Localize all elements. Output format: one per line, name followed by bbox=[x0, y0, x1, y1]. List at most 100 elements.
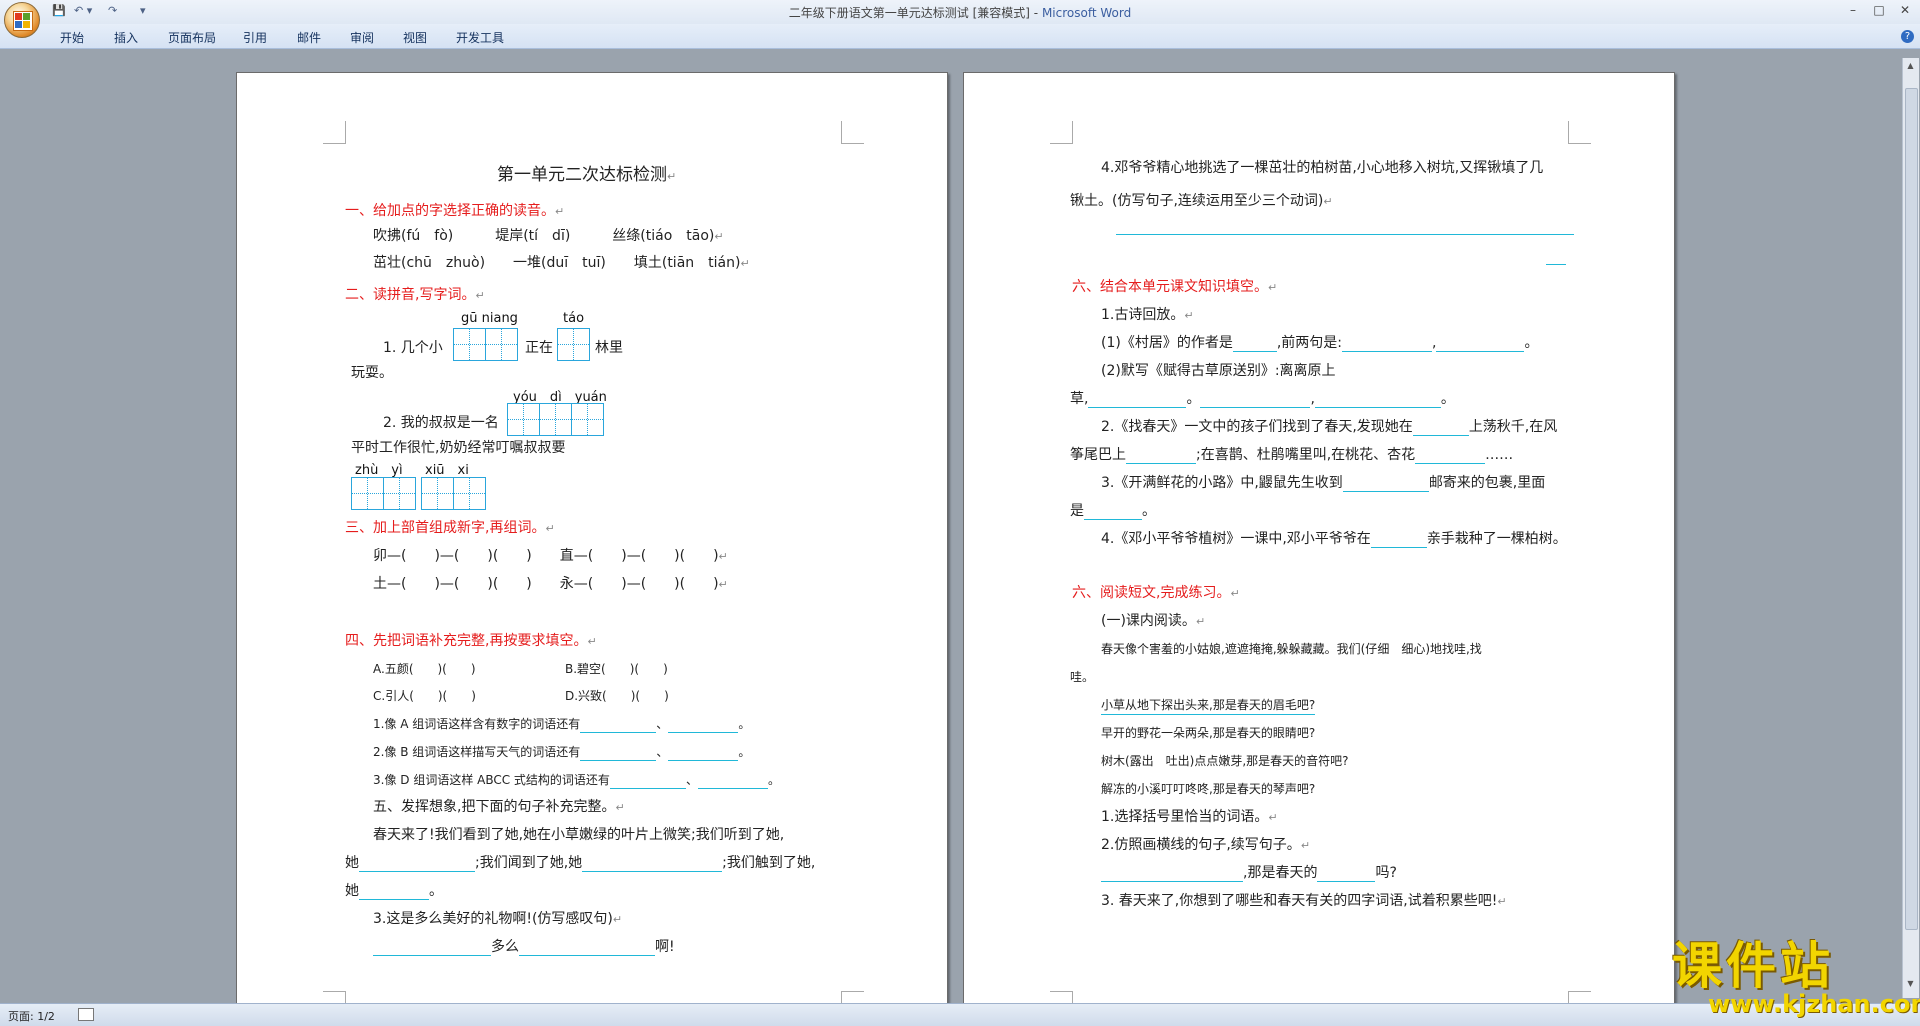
text-line: 林里 bbox=[595, 340, 623, 356]
text-line: 4.《邓小平爷爷植树》一课中,邓小平爷爷在 亲手栽种了一棵柏树。 bbox=[1101, 531, 1567, 548]
tab-insert[interactable]: 插入 bbox=[114, 29, 138, 46]
text-line: ,那是春天的 吗? bbox=[1101, 864, 1397, 882]
text-line: 五、发挥想象,把下面的句子补充完整。↵ bbox=[373, 799, 625, 815]
document-page-2[interactable]: 4.邓爷爷精心地挑选了一棵茁壮的柏树苗,小心地移入树坑,又挥锹填了几 锹土。(仿… bbox=[963, 72, 1675, 1014]
tab-review[interactable]: 审阅 bbox=[350, 29, 374, 46]
maximize-button[interactable]: □ bbox=[1866, 2, 1892, 18]
text-line: 是。 bbox=[1070, 503, 1156, 520]
document-page-1[interactable]: 第一单元二次达标检测↵ 一、给加点的字选择正确的读音。↵ 吹拂(fú fò) 堤… bbox=[236, 72, 948, 1014]
text-line: 玩耍。 bbox=[351, 365, 393, 381]
watermark-logo: 课件站 www.kjzhan.com bbox=[1672, 936, 1920, 1018]
text-line: 春天来了!我们看到了她,她在小草嫩绿的叶片上微笑;我们听到了她, bbox=[373, 827, 785, 843]
text-line: (一)课内阅读。↵ bbox=[1101, 613, 1206, 629]
text-line: 解冻的小溪叮叮咚咚,那是春天的琴声吧? bbox=[1101, 782, 1316, 796]
proofing-icon[interactable] bbox=[78, 1008, 94, 1021]
text-line: 哇。 bbox=[1070, 670, 1095, 684]
writing-box[interactable] bbox=[507, 403, 540, 436]
text-line: 正在 bbox=[525, 340, 553, 356]
undo-icon[interactable]: ↶ ▾ bbox=[74, 4, 92, 19]
writing-box[interactable] bbox=[557, 328, 590, 361]
pinyin-label: zhù yì bbox=[355, 463, 403, 478]
text-line: 1.选择括号里恰当的词语。↵ bbox=[1101, 809, 1278, 825]
text-line: D.兴致( )( ) bbox=[565, 689, 669, 703]
customize-qat-icon[interactable]: ▾ bbox=[140, 4, 146, 19]
text-line: A.五颜( )( ) bbox=[373, 662, 476, 676]
text-line: 平时工作很忙,奶奶经常叮嘱叔叔要 bbox=[351, 440, 566, 456]
text-line: 茁壮(chū zhuò) 一堆(duī tuī) 填土(tiān tián)↵ bbox=[373, 255, 750, 271]
writing-box[interactable] bbox=[485, 328, 518, 361]
text-line: 2.仿照画横线的句子,续写句子。↵ bbox=[1101, 837, 1311, 853]
tab-home[interactable]: 开始 bbox=[60, 29, 84, 46]
text-line: 4.邓爷爷精心地挑选了一棵茁壮的柏树苗,小心地移入树坑,又挥锹填了几 bbox=[1101, 160, 1544, 176]
writing-box[interactable] bbox=[453, 328, 486, 361]
text-line: 1. 几个小 bbox=[383, 340, 443, 356]
text-line: 3.《开满鲜花的小路》中,鼹鼠先生收到 邮寄来的包裹,里面 bbox=[1101, 475, 1546, 492]
office-button[interactable] bbox=[4, 2, 40, 38]
section-heading: 六、结合本单元课文知识填空。↵ bbox=[1072, 279, 1278, 295]
text-line: 1.古诗回放。↵ bbox=[1101, 307, 1194, 323]
answer-line[interactable] bbox=[1116, 234, 1574, 235]
save-icon[interactable]: 💾 bbox=[52, 4, 66, 19]
text-line: 吹拂(fú fò) 堤岸(tí dī) 丝绦(tiáo tāo)↵ bbox=[373, 228, 724, 244]
ribbon-tabs: 开始 插入 页面布局 引用 邮件 审阅 视图 开发工具 bbox=[0, 24, 1920, 49]
pinyin-label: gū niang bbox=[461, 311, 518, 326]
help-icon[interactable]: ? bbox=[1901, 30, 1914, 43]
section-heading: 二、读拼音,写字词。↵ bbox=[345, 287, 485, 303]
status-bar: 页面: 1/2 bbox=[0, 1003, 1920, 1026]
text-line: 草,。,。 bbox=[1070, 391, 1455, 408]
tab-references[interactable]: 引用 bbox=[243, 29, 267, 46]
text-line: 树木(露出 吐出)点点嫩芽,那是春天的音符吧? bbox=[1101, 754, 1349, 768]
text-line: 2.像 B 组词语这样描写天气的词语还有、。 bbox=[373, 745, 751, 761]
section-heading: 一、给加点的字选择正确的读音。↵ bbox=[345, 203, 565, 219]
text-line: 土—( )—( )( ) 永—( )—( )( )↵ bbox=[373, 576, 728, 592]
text-line: 早开的野花一朵两朵,那是春天的眼睛吧? bbox=[1101, 726, 1316, 740]
writing-box[interactable] bbox=[383, 477, 416, 510]
writing-box[interactable] bbox=[571, 403, 604, 436]
redo-icon[interactable]: ↷ bbox=[108, 4, 117, 19]
text-line: 她 ;我们闻到了她,她 ;我们触到了她, bbox=[345, 855, 816, 872]
text-line: B.碧空( )( ) bbox=[565, 662, 668, 676]
crop-mark bbox=[841, 121, 864, 144]
tab-view[interactable]: 视图 bbox=[403, 29, 427, 46]
underlined-sentence: 小草从地下探出头来,那是春天的眉毛吧? bbox=[1101, 696, 1316, 715]
close-button[interactable]: ✕ bbox=[1892, 2, 1918, 18]
vertical-scrollbar[interactable]: ▲ ▼ bbox=[1902, 58, 1919, 998]
pinyin-label: xiū xi bbox=[425, 463, 469, 478]
window-title: 二年级下册语文第一单元达标测试 [兼容模式] - Microsoft Word bbox=[788, 6, 1132, 20]
section-heading: 三、加上部首组成新字,再组词。↵ bbox=[345, 520, 555, 536]
text-line: 3. 春天来了,你想到了哪些和春天有关的四字词语,试着积累些吧!↵ bbox=[1101, 893, 1507, 909]
title-bar: 二年级下册语文第一单元达标测试 [兼容模式] - Microsoft Word … bbox=[0, 0, 1920, 24]
text-line: 多么 啊! bbox=[373, 938, 675, 956]
tab-page-layout[interactable]: 页面布局 bbox=[168, 29, 216, 46]
text-line: (2)默写《赋得古草原送别》:离离原上 bbox=[1101, 363, 1336, 379]
text-line: 卯—( )—( )( ) 直—( )—( )( )↵ bbox=[373, 548, 728, 564]
section-heading: 四、先把词语补充完整,再按要求填空。↵ bbox=[345, 633, 597, 649]
tab-developer[interactable]: 开发工具 bbox=[456, 29, 504, 46]
crop-mark bbox=[1050, 121, 1073, 144]
text-line: (1)《村居》的作者是 ,前两句是:,。 bbox=[1101, 335, 1539, 352]
office-logo-icon bbox=[13, 11, 33, 31]
writing-box[interactable] bbox=[421, 477, 454, 510]
text-line: 1.像 A 组词语这样含有数字的词语还有、。 bbox=[373, 717, 751, 733]
writing-box[interactable] bbox=[453, 477, 486, 510]
text-line: 春天像个害羞的小姑娘,遮遮掩掩,躲躲藏藏。我们(仔细 细心)地找哇,找 bbox=[1101, 642, 1482, 656]
text-line: 3.这是多么美好的礼物啊!(仿写感叹句)↵ bbox=[373, 911, 623, 927]
section-heading: 六、阅读短文,完成练习。↵ bbox=[1072, 585, 1240, 601]
tab-mailings[interactable]: 邮件 bbox=[297, 29, 321, 46]
page-indicator[interactable]: 页面: 1/2 bbox=[8, 1008, 55, 1024]
text-line: 筝尾巴上 ;在喜鹊、杜鹃嘴里叫,在桃花、杏花…… bbox=[1070, 447, 1514, 464]
crop-mark bbox=[1568, 121, 1591, 144]
text-line: 她。 bbox=[345, 883, 443, 900]
text-line: 2.《找春天》一文中的孩子们找到了春天,发现她在 上荡秋千,在风 bbox=[1101, 419, 1558, 436]
writing-box[interactable] bbox=[539, 403, 572, 436]
pinyin-label: táo bbox=[563, 311, 585, 326]
scrollbar-thumb[interactable] bbox=[1905, 88, 1918, 930]
page-title: 第一单元二次达标检测↵ bbox=[497, 165, 677, 185]
writing-box[interactable] bbox=[351, 477, 384, 510]
text-line: 锹土。(仿写句子,连续运用至少三个动词)↵ bbox=[1070, 193, 1333, 209]
minimize-button[interactable]: – bbox=[1840, 2, 1866, 18]
answer-line[interactable] bbox=[1546, 264, 1566, 265]
scroll-up-icon[interactable]: ▲ bbox=[1905, 60, 1916, 71]
crop-mark bbox=[323, 121, 346, 144]
text-line: 2. 我的叔叔是一名 bbox=[383, 415, 499, 431]
